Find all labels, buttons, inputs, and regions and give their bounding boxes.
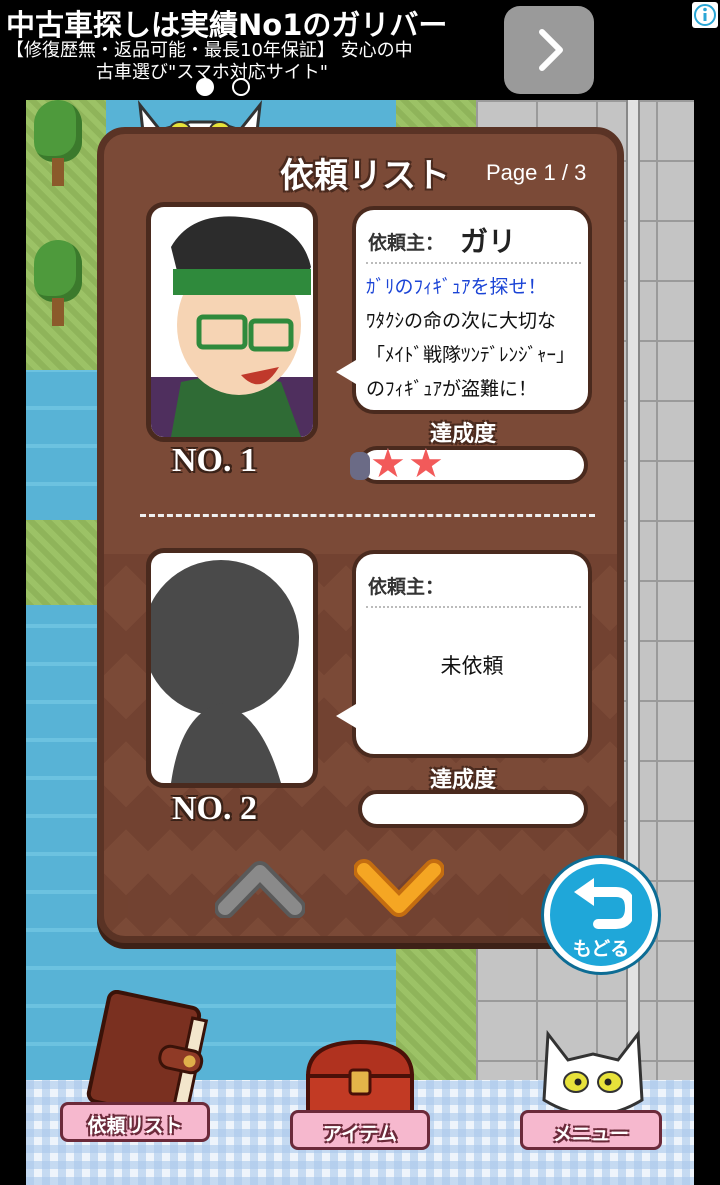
ribbon: 依頼リスト <box>60 1102 210 1142</box>
panel-title: 依頼リスト <box>280 157 450 195</box>
ad-pager-dots[interactable] <box>196 78 268 100</box>
request-bubble-2[interactable]: 依頼主： 未依頼 <box>336 550 592 758</box>
mini-character-icon <box>350 452 370 480</box>
menu-item-menu[interactable]: メニュー <box>516 1030 666 1176</box>
ad-banner[interactable]: 中古車探しは実績No1のガリバー 【修復歴無・返品可能・最長10年保証】 安心の… <box>0 0 720 100</box>
request-status: 未依頼 <box>440 654 504 678</box>
back-button[interactable]: もどる <box>544 858 658 972</box>
client-name: ガリ <box>460 226 517 257</box>
ribbon: メニュー <box>520 1110 662 1150</box>
card-number-2: NO. 2 <box>172 790 257 827</box>
menu-item-request-list[interactable]: 依頼リスト <box>40 990 230 1170</box>
menu-label-request-list: 依頼リスト <box>87 1116 183 1137</box>
book-icon <box>86 990 209 1120</box>
request-bubble-1[interactable]: 依頼主： ガリ ｶﾞﾘのﾌｨｷﾞｭｱを探せ！ ﾜﾀｸｼの命の次に大切な 「ﾒｲﾄ… <box>336 206 592 414</box>
request-line-2: ﾜﾀｸｼの命の次に大切な <box>366 310 557 332</box>
client-portrait-1[interactable] <box>146 202 318 442</box>
menu-label-menu: メニュー <box>552 1124 629 1145</box>
client-label: 依頼主： <box>368 577 445 598</box>
back-label: もどる <box>572 939 630 960</box>
ribbon: アイテム <box>290 1110 430 1150</box>
unknown-client-silhouette <box>151 560 299 783</box>
achievement-star-icon: ★ <box>408 441 444 487</box>
achievement-bar-2 <box>358 790 588 828</box>
client-label: 依頼主： <box>368 233 445 254</box>
grass-tile <box>26 520 106 605</box>
ad-dot[interactable] <box>232 78 250 96</box>
return-arrow-icon <box>574 878 632 929</box>
page-down-button[interactable] <box>354 858 444 918</box>
menu-label-items: アイテム <box>322 1124 398 1145</box>
ad-dot-active[interactable] <box>196 78 214 96</box>
chevron-right-icon <box>539 29 563 71</box>
achievement-star-icon: ★ <box>370 441 406 487</box>
card-divider <box>140 514 595 518</box>
client-portrait-2[interactable] <box>146 548 318 788</box>
bubble-rule <box>366 262 581 266</box>
ad-info-button[interactable] <box>692 2 718 28</box>
request-line-4: のﾌｨｷﾞｭｱが盗難に！ <box>366 378 538 400</box>
page-indicator: Page 1 / 3 <box>486 160 587 185</box>
menu-item-items[interactable]: アイテム <box>284 1036 434 1176</box>
page-up-button[interactable] <box>215 858 305 918</box>
bubble-tail <box>336 360 356 384</box>
water-tile <box>26 370 106 520</box>
bubble-tail <box>336 704 356 728</box>
request-line-3: 「ﾒｲﾄﾞ戦隊ﾂﾝﾃﾞﾚﾝｼﾞｬｰ」 <box>366 344 576 366</box>
client-avatar-gari <box>151 216 313 437</box>
info-icon <box>694 4 716 26</box>
bubble-rule <box>366 606 581 610</box>
grass-tile <box>396 100 476 130</box>
tree <box>32 100 84 190</box>
achievement-bar-1: ★ ★ <box>350 441 588 487</box>
ad-next-button[interactable] <box>504 6 594 94</box>
request-list-panel: 依頼リスト Page 1 / 3 NO. 1 依頼主： ガリ ｶﾞﾘのﾌｨｷﾞｭ… <box>97 127 624 943</box>
card-number-1: NO. 1 <box>172 442 257 479</box>
tree <box>32 240 84 330</box>
request-line-1: ｶﾞﾘのﾌｨｷﾞｭｱを探せ！ <box>366 276 547 298</box>
